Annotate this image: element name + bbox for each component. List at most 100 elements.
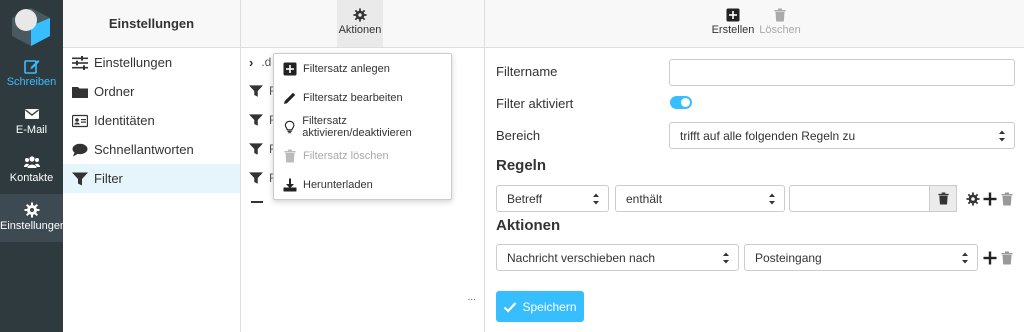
filter-icon bbox=[249, 142, 263, 155]
delete-rule-trash-icon[interactable] bbox=[1000, 192, 1014, 206]
rule-operator-select[interactable]: enthält bbox=[615, 185, 785, 212]
settings-item-label: Ordner bbox=[94, 84, 135, 99]
trash-icon bbox=[774, 8, 786, 22]
menu-item-edit-filterset[interactable]: Filtersatz bearbeiten bbox=[274, 83, 451, 112]
chevron-right-icon: › bbox=[249, 54, 254, 70]
settings-sections-panel: Einstellungen Einstellungen Ordner Ident… bbox=[63, 0, 241, 332]
menu-item-label: Filtersatz anlegen bbox=[303, 62, 390, 75]
menu-item-label: Filtersatz löschen bbox=[303, 149, 389, 162]
checkmark-icon bbox=[504, 301, 517, 313]
settings-item-identities[interactable]: Identitäten bbox=[63, 106, 240, 135]
settings-item-label: Filter bbox=[94, 171, 123, 186]
sliders-icon bbox=[72, 55, 88, 70]
rule-field-value: Betreff bbox=[507, 191, 543, 206]
scope-label: Bereich bbox=[496, 128, 541, 143]
editor-toolbar: Erstellen Löschen bbox=[485, 0, 1024, 48]
menu-item-delete-filterset[interactable]: Filtersatz löschen bbox=[274, 141, 451, 170]
comment-icon bbox=[72, 143, 88, 156]
select-arrows-icon bbox=[593, 193, 599, 205]
filter-icon bbox=[249, 113, 263, 126]
gear-icon bbox=[353, 8, 367, 22]
add-action-plus-icon[interactable] bbox=[983, 251, 997, 265]
rule-clear-button[interactable] bbox=[929, 185, 957, 212]
actions-menu: Filtersatz anlegen Filtersatz bearbeiten… bbox=[273, 53, 452, 200]
action-target-value: Posteingang bbox=[755, 250, 822, 265]
actions-button-label: Aktionen bbox=[338, 24, 382, 36]
folder-icon bbox=[72, 86, 88, 98]
filter-editor-panel: Erstellen Löschen Filtername Filter akti… bbox=[485, 0, 1024, 332]
nav-settings[interactable]: Einstellungen bbox=[0, 194, 67, 242]
pencil-icon bbox=[284, 92, 296, 104]
menu-item-download[interactable]: Herunterladen bbox=[274, 170, 451, 199]
filter-list-toolbar: Aktionen bbox=[241, 0, 484, 48]
trash-icon bbox=[937, 192, 949, 205]
nav-mail[interactable]: E-Mail bbox=[0, 98, 63, 146]
settings-panel-title: Einstellungen bbox=[63, 0, 240, 48]
save-button[interactable]: Speichern bbox=[496, 291, 584, 322]
create-button[interactable]: Erstellen bbox=[707, 0, 759, 47]
action-type-select[interactable]: Nachricht verschieben nach bbox=[496, 244, 739, 271]
lightbulb-icon bbox=[284, 120, 295, 133]
settings-item-label: Einstellungen bbox=[94, 55, 173, 70]
logo bbox=[12, 8, 50, 46]
rule-settings-gear-icon[interactable] bbox=[966, 192, 980, 206]
id-card-icon bbox=[72, 114, 88, 127]
toggle-knob bbox=[681, 98, 690, 107]
nav-contacts-label: Kontakte bbox=[9, 172, 54, 184]
rule-operator-value: enthält bbox=[626, 191, 663, 206]
nav-settings-label: Einstellungen bbox=[0, 220, 67, 232]
delete-button-label: Löschen bbox=[759, 24, 801, 36]
filtername-input[interactable] bbox=[669, 59, 1015, 86]
plus-square-icon bbox=[283, 62, 297, 75]
contacts-icon bbox=[23, 156, 40, 168]
select-arrows-icon bbox=[962, 252, 968, 264]
gear-icon bbox=[24, 202, 39, 218]
filter-set-name: .d bbox=[261, 55, 272, 69]
menu-item-create-filterset[interactable]: Filtersatz anlegen bbox=[274, 54, 451, 83]
select-arrows-icon bbox=[769, 193, 775, 205]
app-nav-rail: Schreiben E-Mail Kontakte Einstellungen bbox=[0, 0, 67, 332]
trash-icon bbox=[284, 149, 296, 162]
settings-item-folders[interactable]: Ordner bbox=[63, 77, 240, 106]
actions-button[interactable]: Aktionen bbox=[337, 0, 383, 47]
settings-item-label: Schnellantworten bbox=[94, 142, 194, 157]
save-button-label: Speichern bbox=[522, 299, 577, 314]
compose-icon bbox=[23, 60, 39, 74]
select-arrows-icon bbox=[723, 252, 729, 264]
actions-title: Aktionen bbox=[496, 217, 561, 234]
envelope-icon bbox=[24, 109, 39, 119]
settings-item-filter[interactable]: Filter bbox=[63, 164, 240, 193]
delete-action-trash-icon[interactable] bbox=[1000, 251, 1014, 265]
delete-button[interactable]: Löschen bbox=[759, 0, 801, 47]
filter-icon bbox=[72, 172, 88, 185]
nav-compose[interactable]: Schreiben bbox=[0, 50, 63, 98]
filter-active-toggle[interactable] bbox=[670, 96, 692, 109]
action-type-value: Nachricht verschieben nach bbox=[507, 250, 656, 265]
rule-field-select[interactable]: Betreff bbox=[496, 185, 609, 212]
menu-item-label: Filtersatz bearbeiten bbox=[303, 91, 403, 104]
create-button-label: Erstellen bbox=[711, 24, 755, 36]
scope-select[interactable]: trifft auf alle folgenden Regeln zu bbox=[669, 122, 1015, 149]
rules-title: Regeln bbox=[496, 157, 547, 174]
list-ellipsis: ... bbox=[467, 292, 476, 303]
filtername-label: Filtername bbox=[496, 64, 558, 79]
menu-item-label: Herunterladen bbox=[303, 178, 373, 191]
settings-item-label: Identitäten bbox=[94, 113, 155, 128]
settings-item-responses[interactable]: Schnellantworten bbox=[63, 135, 240, 164]
download-icon bbox=[283, 178, 297, 191]
select-arrows-icon bbox=[999, 130, 1005, 142]
add-rule-plus-icon[interactable] bbox=[983, 192, 997, 206]
filter-active-label: Filter aktiviert bbox=[496, 96, 574, 111]
filter-icon bbox=[249, 171, 263, 184]
scope-select-value: trifft auf alle folgenden Regeln zu bbox=[680, 128, 856, 143]
filter-icon bbox=[249, 84, 263, 97]
plus-square-icon bbox=[726, 8, 740, 22]
menu-item-toggle-filterset[interactable]: Filtersatz aktivieren/deaktivieren bbox=[274, 112, 451, 141]
list-separator bbox=[251, 201, 263, 203]
menu-item-label: Filtersatz aktivieren/deaktivieren bbox=[302, 114, 412, 139]
nav-contacts[interactable]: Kontakte bbox=[0, 146, 63, 194]
nav-compose-label: Schreiben bbox=[6, 76, 57, 88]
action-target-select[interactable]: Posteingang bbox=[744, 244, 978, 271]
nav-mail-label: E-Mail bbox=[15, 124, 48, 136]
settings-item-preferences[interactable]: Einstellungen bbox=[63, 48, 240, 77]
